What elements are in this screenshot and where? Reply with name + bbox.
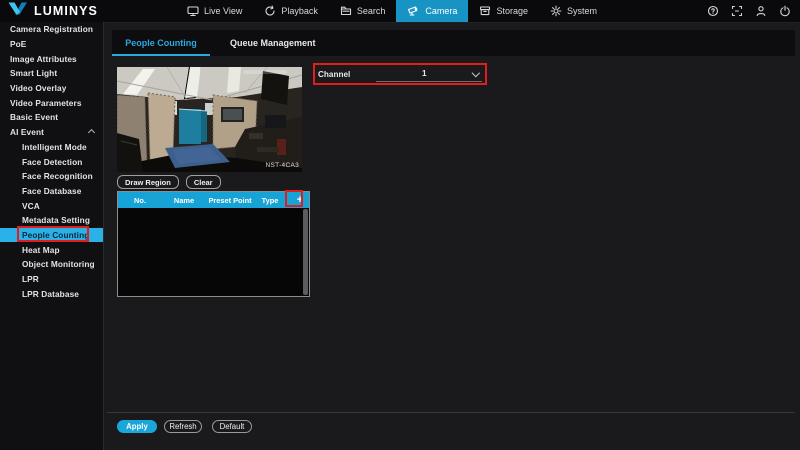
sidebar-item-poe[interactable]: PoE	[0, 37, 103, 52]
default-button[interactable]: Default	[212, 420, 252, 433]
channel-select[interactable]: 1	[376, 66, 482, 82]
sidebar-item-label: Metadata Setting	[22, 215, 90, 225]
channel-label: Channel	[318, 70, 376, 79]
sidebar-item-label: Intelligent Mode	[22, 142, 87, 152]
nav-system[interactable]: System	[539, 0, 608, 22]
ptz-camera-icon	[407, 5, 420, 17]
top-navigation: Live View Playback Search Camera	[176, 0, 608, 22]
camera-watermark: NST-4CA3	[266, 162, 299, 169]
apply-button[interactable]: Apply	[117, 420, 157, 433]
sidebar-item-face-database[interactable]: Face Database	[0, 184, 103, 199]
camera-preview-canvas[interactable]: NST-4CA3	[117, 67, 302, 172]
nav-live-view[interactable]: Live View	[176, 0, 253, 22]
sidebar-item-ai-event[interactable]: AI Event	[0, 125, 103, 140]
sidebar-item-label: Basic Event	[10, 112, 58, 122]
counting-rules-table: No. Name Preset Point Type +	[117, 191, 310, 297]
fullscreen-icon[interactable]	[731, 5, 743, 17]
sidebar-item-label: Face Detection	[22, 157, 82, 167]
sidebar-item-video-parameters[interactable]: Video Parameters	[0, 95, 103, 110]
column-no: No.	[118, 196, 162, 205]
nav-label: Live View	[204, 6, 242, 16]
sidebar-item-lpr-database[interactable]: LPR Database	[0, 286, 103, 301]
sidebar-item-face-detection[interactable]: Face Detection	[0, 154, 103, 169]
sidebar-item-vca[interactable]: VCA	[0, 198, 103, 213]
sidebar-item-label: Heat Map	[22, 245, 60, 255]
replay-icon	[264, 5, 276, 17]
column-type: Type	[254, 196, 286, 205]
nav-label: Playback	[281, 6, 318, 16]
nav-label: Search	[357, 6, 386, 16]
sidebar-item-metadata-setting[interactable]: Metadata Setting	[0, 213, 103, 228]
sidebar-item-label: Video Parameters	[10, 98, 82, 108]
channel-selected-value: 1	[376, 69, 473, 78]
nav-playback[interactable]: Playback	[253, 0, 329, 22]
sidebar-item-intelligent-mode[interactable]: Intelligent Mode	[0, 140, 103, 155]
content-tabs: People Counting Queue Management	[112, 30, 795, 56]
nav-label: Camera	[425, 6, 457, 16]
monitor-icon	[187, 5, 199, 17]
tab-label: Queue Management	[230, 38, 316, 48]
draw-region-button[interactable]: Draw Region	[117, 175, 179, 189]
search-folder-icon	[340, 5, 352, 17]
sidebar-item-basic-event[interactable]: Basic Event	[0, 110, 103, 125]
sidebar-item-label: LPR Database	[22, 289, 79, 299]
tab-people-counting[interactable]: People Counting	[112, 30, 210, 56]
sidebar-item-label: Object Monitoring	[22, 259, 95, 269]
sidebar-item-face-recognition[interactable]: Face Recognition	[0, 169, 103, 184]
column-preset-point: Preset Point	[206, 196, 254, 205]
sidebar-item-lpr[interactable]: LPR	[0, 272, 103, 287]
gear-icon	[550, 5, 562, 17]
refresh-button[interactable]: Refresh	[164, 420, 202, 433]
sidebar-item-heat-map[interactable]: Heat Map	[0, 242, 103, 257]
sidebar-item-people-counting[interactable]: People Counting	[0, 228, 103, 243]
sidebar-item-video-overlay[interactable]: Video Overlay	[0, 81, 103, 96]
column-name: Name	[162, 196, 206, 205]
sidebar-item-label: PoE	[10, 39, 26, 49]
sidebar-item-label: Camera Registration	[10, 24, 93, 34]
sidebar-item-smart-light[interactable]: Smart Light	[0, 66, 103, 81]
settings-sidebar: Camera Registration PoE Image Attributes…	[0, 22, 104, 450]
sidebar-item-label: Face Database	[22, 186, 81, 196]
nav-storage[interactable]: Storage	[468, 0, 539, 22]
sidebar-item-camera-registration[interactable]: Camera Registration	[0, 22, 103, 37]
sidebar-item-label: Image Attributes	[10, 54, 77, 64]
sidebar-item-label: AI Event	[10, 127, 44, 137]
add-rule-button[interactable]: +	[293, 194, 307, 207]
help-icon[interactable]	[707, 5, 719, 17]
tab-queue-management[interactable]: Queue Management	[216, 30, 330, 56]
nav-search[interactable]: Search	[329, 0, 397, 22]
brand-logo: LUMINYS	[7, 0, 98, 22]
chevron-up-icon	[88, 129, 95, 136]
footer-divider	[107, 412, 795, 413]
top-bar: LUMINYS Live View Playback Search	[0, 0, 800, 23]
sidebar-item-label: Face Recognition	[22, 171, 93, 181]
channel-row: Channel 1	[313, 63, 487, 85]
sidebar-item-label: People Counting	[22, 230, 89, 240]
sidebar-item-label: Video Overlay	[10, 83, 67, 93]
table-header: No. Name Preset Point Type +	[118, 192, 309, 208]
app-window: LUMINYS Live View Playback Search	[0, 0, 800, 450]
nav-label: System	[567, 6, 597, 16]
nav-label: Storage	[496, 6, 528, 16]
sidebar-item-object-monitoring[interactable]: Object Monitoring	[0, 257, 103, 272]
storage-icon	[479, 5, 491, 17]
tab-label: People Counting	[125, 38, 197, 48]
chevron-down-icon	[471, 69, 479, 77]
brand-name: LUMINYS	[34, 4, 98, 18]
footer-toolbar: Apply Refresh Default	[117, 420, 252, 433]
luminys-logo-icon	[7, 1, 29, 21]
region-toolbar: Draw Region Clear	[117, 175, 221, 189]
sidebar-item-label: LPR	[22, 274, 39, 284]
nav-camera[interactable]: Camera	[396, 0, 468, 22]
sidebar-item-label: Smart Light	[10, 68, 57, 78]
office-scene-image	[117, 67, 302, 172]
sidebar-item-image-attributes[interactable]: Image Attributes	[0, 51, 103, 66]
table-body-empty	[118, 208, 309, 296]
table-scrollbar[interactable]	[303, 209, 308, 295]
utility-icons	[707, 0, 791, 22]
sidebar-item-label: VCA	[22, 201, 40, 211]
power-icon[interactable]	[779, 5, 791, 17]
user-icon[interactable]	[755, 5, 767, 17]
clear-button[interactable]: Clear	[186, 175, 221, 189]
